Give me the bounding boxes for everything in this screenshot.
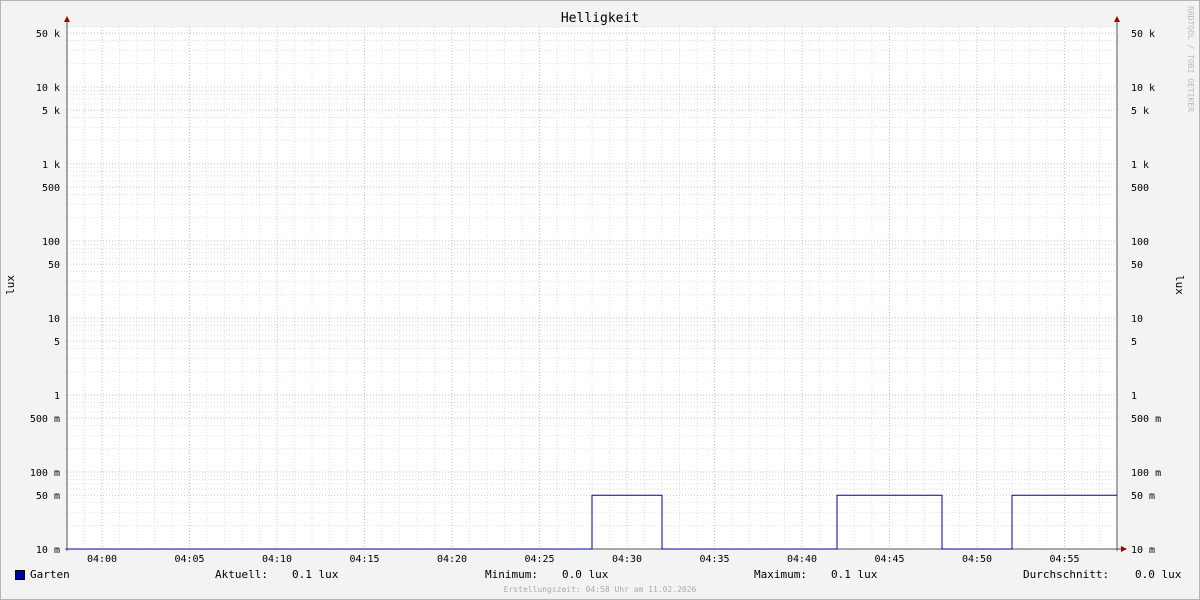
y-tick-label-left: 50 bbox=[48, 260, 60, 271]
y-tick-label-left: 10 k bbox=[36, 83, 60, 94]
y-tick-label-right: 50 bbox=[1131, 260, 1143, 271]
x-tick-label: 04:55 bbox=[1049, 554, 1079, 565]
legend-current-value: 0.1 lux bbox=[292, 568, 339, 581]
y-tick-label-left: 5 bbox=[54, 337, 60, 348]
legend-max-value: 0.1 lux bbox=[831, 568, 878, 581]
x-tick-label: 04:05 bbox=[174, 554, 204, 565]
x-tick-label: 04:30 bbox=[612, 554, 642, 565]
y-tick-label-right: 5 k bbox=[1131, 106, 1149, 117]
x-tick-label: 04:15 bbox=[349, 554, 379, 565]
creation-timestamp: Erstellungszeit: 04:58 Uhr am 11.02.2026 bbox=[503, 585, 697, 594]
legend-min-label: Minimum: bbox=[485, 568, 538, 581]
y-tick-label-right: 50 m bbox=[1131, 491, 1155, 502]
y-tick-label-left: 100 m bbox=[30, 468, 60, 479]
y-tick-label-right: 5 bbox=[1131, 337, 1137, 348]
y-tick-label-left: 100 bbox=[42, 237, 60, 248]
x-axis-arrow bbox=[1121, 546, 1127, 552]
x-tick-label: 04:10 bbox=[262, 554, 292, 565]
chart-plot: 10 m 10 m 50 m 50 m 100 m 100 m 500 m 500 m 1 1 5 5… bbox=[30, 16, 1161, 565]
x-tick-label: 04:25 bbox=[524, 554, 554, 565]
y-tick-label-left: 1 k bbox=[42, 160, 60, 171]
legend: Garten Aktuell: 0.1 lux Minimum: 0.0 lux… bbox=[0, 568, 1200, 584]
y-tick-label-right: 50 k bbox=[1131, 29, 1155, 40]
x-tick-label: 04:20 bbox=[437, 554, 467, 565]
y-tick-label-right: 100 m bbox=[1131, 468, 1161, 479]
x-tick-label: 04:00 bbox=[87, 554, 117, 565]
y-tick-label-right: 500 bbox=[1131, 183, 1149, 194]
y-axis-arrow-left bbox=[64, 16, 70, 22]
y-tick-label-left: 500 bbox=[42, 183, 60, 194]
legend-min-value: 0.0 lux bbox=[562, 568, 609, 581]
legend-series-name: Garten bbox=[30, 568, 70, 581]
y-tick-label-right: 10 bbox=[1131, 314, 1143, 325]
y-tick-label-left: 500 m bbox=[30, 414, 60, 425]
y-tick-label-right: 1 bbox=[1131, 391, 1137, 402]
y-tick-label-right: 100 bbox=[1131, 237, 1149, 248]
y-tick-label-left: 10 bbox=[48, 314, 60, 325]
legend-avg-value: 0.0 lux bbox=[1135, 568, 1182, 581]
y-tick-label-right: 1 k bbox=[1131, 160, 1149, 171]
y-axis-arrow-right bbox=[1114, 16, 1120, 22]
x-tick-label: 04:45 bbox=[874, 554, 904, 565]
x-tick-label: 04:35 bbox=[699, 554, 729, 565]
legend-current-label: Aktuell: bbox=[215, 568, 268, 581]
y-tick-label-left: 50 k bbox=[36, 29, 60, 40]
y-tick-label-right: 10 k bbox=[1131, 83, 1155, 94]
y-tick-label-left: 10 m bbox=[36, 545, 60, 556]
graph-window: Helligkeit RRDTOOL / TOBI OETIKER lux lu… bbox=[0, 0, 1200, 600]
y-tick-label-right: 10 m bbox=[1131, 545, 1155, 556]
legend-max-label: Maximum: bbox=[754, 568, 807, 581]
y-tick-label-left: 5 k bbox=[42, 106, 60, 117]
y-tick-label-right: 500 m bbox=[1131, 414, 1161, 425]
x-tick-label: 04:50 bbox=[962, 554, 992, 565]
y-tick-label-left: 1 bbox=[54, 391, 60, 402]
minor-grid bbox=[66, 26, 1118, 550]
x-tick-label: 04:40 bbox=[787, 554, 817, 565]
legend-avg-label: Durchschnitt: bbox=[1023, 568, 1110, 581]
y-tick-label-left: 50 m bbox=[36, 491, 60, 502]
